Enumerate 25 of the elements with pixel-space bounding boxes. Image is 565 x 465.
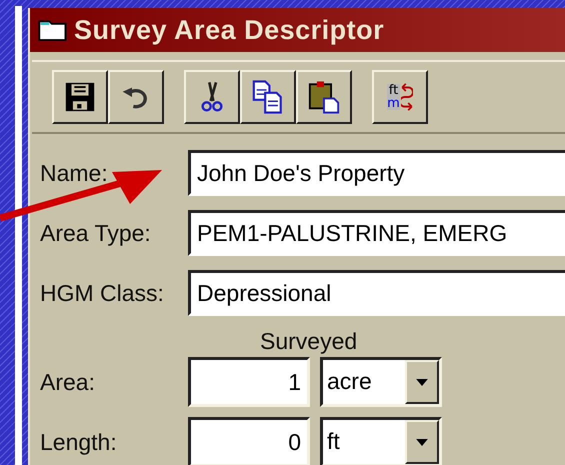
clipboard-icon (307, 80, 341, 114)
text-field[interactable]: Depressional (188, 270, 565, 316)
text-field[interactable]: John Doe's Property (188, 150, 565, 196)
field-label: Length: (40, 428, 118, 456)
number-field[interactable]: 0 (188, 417, 310, 465)
swap-arrows-icon (400, 82, 413, 112)
number-field[interactable]: 1 (188, 357, 310, 407)
text-field[interactable]: PEM1-PALUSTRINE, EMERG (188, 210, 565, 256)
unit-dropdown[interactable]: acre (320, 357, 442, 407)
paste-button[interactable] (296, 70, 352, 124)
field-label: Area: (40, 368, 96, 396)
dropdown-arrow-icon (416, 378, 428, 386)
field-label: Name: (40, 160, 109, 186)
field-label: HGM Class: (40, 280, 165, 306)
documents-icon (251, 80, 285, 114)
section-heading: Surveyed (260, 328, 358, 355)
copy-button[interactable] (240, 70, 296, 124)
dropdown-arrow-icon (416, 438, 428, 446)
field-label: Area Type: (40, 220, 152, 246)
undo-button[interactable] (108, 70, 164, 124)
unit-toggle-button[interactable]: ft m (372, 70, 428, 124)
save-button[interactable] (52, 70, 108, 124)
window-title: Survey Area Descriptor (74, 14, 384, 46)
unit-dropdown[interactable]: ft (320, 417, 442, 465)
cut-button[interactable] (184, 70, 240, 124)
